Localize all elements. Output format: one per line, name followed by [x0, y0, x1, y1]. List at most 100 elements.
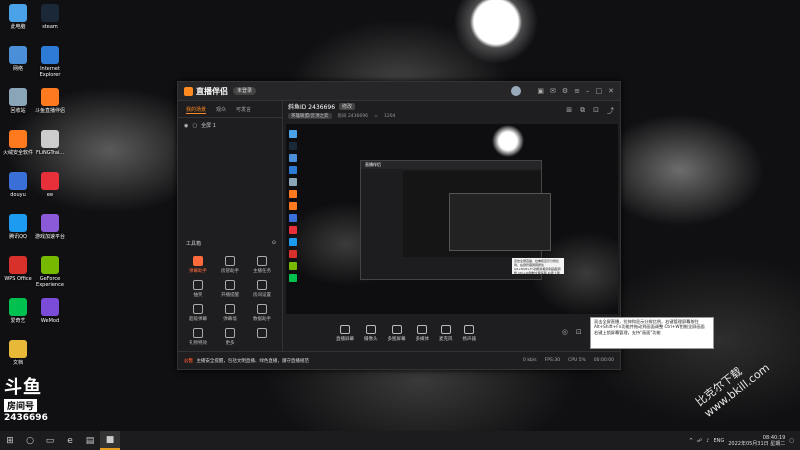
window-titlebar[interactable]: 直播伴侣 未登录 ▣ ✉ ⚙ ≡ – □ ✕: [178, 82, 620, 101]
desktop-icon[interactable]: Internet Explorer: [34, 46, 66, 78]
notification-icon[interactable]: ▢: [789, 438, 794, 444]
desktop-icon[interactable]: 斗鱼直播伴侣: [34, 88, 66, 114]
tool-item[interactable]: 弹幕墙: [214, 304, 246, 322]
tool-item[interactable]: 弹幕助手: [182, 256, 214, 274]
tool-label: 开播提醒: [221, 293, 239, 298]
toolbox-more-icon[interactable]: ⊙: [272, 240, 276, 247]
heat-icon: ♨: [374, 113, 379, 119]
network-icon[interactable]: ☍: [697, 438, 702, 444]
tab-audience[interactable]: 观众: [216, 106, 226, 114]
input-language[interactable]: ENG: [713, 438, 724, 444]
tool-item[interactable]: 礼物特效: [182, 328, 214, 346]
tray-arrow-icon[interactable]: ^: [689, 438, 693, 444]
room-sub-id: 房间 2436696: [337, 114, 368, 119]
app-icon: [9, 214, 27, 232]
room-category[interactable]: 英雄联盟/云顶之弈: [288, 113, 332, 119]
tool-icon: [225, 256, 235, 266]
desktop-icon-label: 网络: [12, 66, 23, 72]
room-title: 斜鱼ID 2436696: [288, 104, 336, 111]
tool-icon: [193, 328, 203, 338]
notice: 公告 主播安全提醒，包括文明直播、绿色直播，遵守直播规范: [184, 358, 309, 364]
clock[interactable]: 08:40:19 2022年05月31日 星期二: [728, 435, 785, 447]
avatar[interactable]: [511, 86, 522, 96]
overlay-room-number: 2436696: [4, 413, 48, 423]
stream-overlay-logo: 斗鱼 房间号 2436696: [4, 378, 64, 434]
tool-item[interactable]: 抽奖: [182, 280, 214, 298]
explorer-icon[interactable]: ▤: [80, 431, 100, 450]
source-control-button[interactable]: 多图屏幕: [388, 324, 406, 342]
tool-item[interactable]: 房间设置: [246, 280, 278, 298]
volume-icon[interactable]: ♪: [706, 438, 709, 444]
eye-icon[interactable]: ◉: [184, 123, 188, 129]
live-companion-window: 直播伴侣 未登录 ▣ ✉ ⚙ ≡ – □ ✕ 我的场景 观众 可发言 ◉ ▢ 全…: [177, 81, 622, 370]
toolbox-grid: 弹幕助手 房管助手 主播任务抽奖 开播提醒 房间设置超级弹幕 弹幕墙 数据助手礼物特效 更多: [182, 256, 278, 346]
camera-settings-icon[interactable]: ◎: [562, 328, 568, 336]
source-control-label: 直播屏幕: [336, 336, 354, 342]
app-icon: [9, 88, 27, 106]
stream-preview[interactable]: 直播伴侣 双击全屏直播，拉伸和显示分辨比例，右键管理屏幕按住Alt+Shift+…: [286, 124, 618, 314]
app-name: 直播伴侣: [196, 86, 228, 96]
desktop-icon[interactable]: douyu: [2, 172, 34, 198]
skin-icon[interactable]: ▣: [537, 87, 544, 95]
tool-item[interactable]: [246, 328, 278, 346]
layout-icon[interactable]: ⊡: [576, 328, 582, 336]
desktop-icon[interactable]: steam: [34, 4, 66, 30]
tab-speakers[interactable]: 可发言: [236, 106, 251, 114]
share-icon[interactable]: ⤴: [607, 106, 614, 116]
gift-icon[interactable]: ⊞: [566, 106, 572, 116]
share-screen-icon[interactable]: ⧉: [580, 106, 585, 116]
source-control-button[interactable]: 麦克风: [439, 324, 453, 342]
clock-date: 2022年05月31日 星期二: [728, 440, 786, 447]
tool-item[interactable]: 数据助手: [246, 304, 278, 322]
desktop-icon[interactable]: 文档: [2, 340, 34, 366]
stat-value: FPS:30: [544, 358, 561, 363]
scene-tabs: 我的场景 观众 可发言: [178, 100, 282, 118]
scene-item[interactable]: ◉ ▢ 全屏 1: [178, 118, 282, 133]
maximize-icon[interactable]: □: [596, 87, 603, 95]
search-icon[interactable]: ○: [20, 431, 40, 450]
edit-room-button[interactable]: 修改: [339, 103, 356, 110]
tool-item[interactable]: 更多: [214, 328, 246, 346]
edge-icon[interactable]: e: [60, 431, 80, 450]
app-icon: [9, 130, 27, 148]
tool-icon: [257, 304, 267, 314]
room-heat: 1204: [384, 113, 396, 119]
live-companion-taskbar-icon[interactable]: ■: [100, 431, 120, 450]
desktop-icon[interactable]: FLiNGTrai...: [34, 130, 66, 156]
close-icon[interactable]: ✕: [608, 87, 614, 95]
source-control-button[interactable]: 摄像头: [364, 324, 378, 342]
tool-item[interactable]: 房管助手: [214, 256, 246, 274]
desktop-icon-label: 文档: [12, 360, 23, 366]
source-control-button[interactable]: 多媒体: [416, 324, 429, 342]
source-control-button[interactable]: 扬声器: [463, 324, 476, 342]
help-tooltip: 双击全屏直播，拉伸和显示分辨比例，右键管理屏幕按住Alt+Shift+Fn功能并…: [590, 317, 714, 349]
tool-item[interactable]: 超级弹幕: [182, 304, 214, 322]
desktop-icon[interactable]: 爱奇艺: [2, 298, 34, 324]
message-icon[interactable]: ✉: [550, 87, 556, 95]
main-area: 斜鱼ID 2436696 修改 英雄联盟/云顶之弈 房间 2436696 ♨ 1…: [282, 100, 622, 351]
desktop-icon[interactable]: 网络: [2, 46, 34, 72]
desktop-icon[interactable]: WPS Office: [2, 256, 34, 282]
desktop-icon[interactable]: GeForce Experience: [34, 256, 66, 288]
desktop-icon[interactable]: WeMod: [34, 298, 66, 324]
settings-icon[interactable]: ⚙: [562, 87, 568, 95]
toolbox-header: 工具箱 ⊙: [186, 240, 276, 247]
start-icon[interactable]: ⊞: [0, 431, 20, 450]
desktop-icon[interactable]: 游戏加速平台: [34, 214, 66, 240]
login-button[interactable]: 未登录: [233, 87, 257, 95]
tab-my-scene[interactable]: 我的场景: [186, 106, 207, 114]
desktop-icon[interactable]: 此电脑: [2, 4, 34, 30]
desktop-icon[interactable]: 腾讯QQ: [2, 214, 34, 240]
lock-icon[interactable]: ▢: [192, 123, 197, 129]
desktop-icon[interactable]: 回收站: [2, 88, 34, 114]
record-icon[interactable]: ⊡: [593, 106, 599, 116]
task-view-icon[interactable]: ▭: [40, 431, 60, 450]
minimize-icon[interactable]: –: [586, 87, 590, 95]
tool-label: 主播任务: [253, 269, 271, 274]
desktop-icon[interactable]: 火绒安全软件: [2, 130, 34, 156]
desktop-icon[interactable]: ee: [34, 172, 66, 198]
source-control-button[interactable]: 直播屏幕: [336, 324, 354, 342]
menu-icon[interactable]: ≡: [574, 87, 580, 95]
tool-item[interactable]: 主播任务: [246, 256, 278, 274]
tool-item[interactable]: 开播提醒: [214, 280, 246, 298]
